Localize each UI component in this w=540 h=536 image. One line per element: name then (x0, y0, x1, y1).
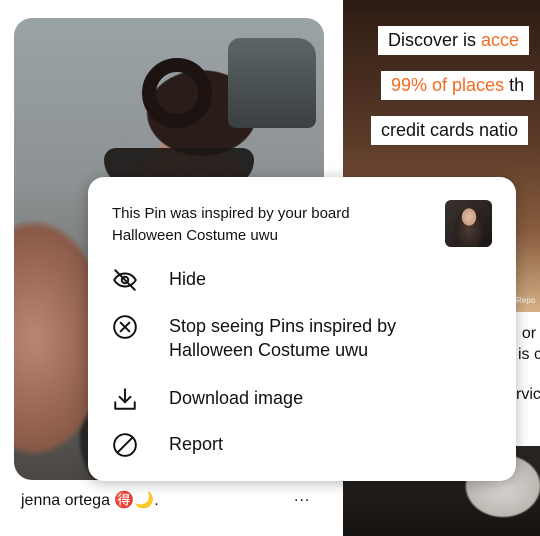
ad-caption-fragment-3: rvic (516, 386, 540, 403)
ad-report-tag[interactable]: Repo (516, 296, 535, 305)
menu-item-label: Report (169, 434, 224, 454)
menu-item-label: Hide (169, 269, 207, 289)
more-options-button[interactable]: ... (294, 488, 310, 506)
ad-caption-fragment-2: is c (518, 346, 540, 363)
circle-x-icon (112, 314, 146, 340)
menu-header-text: This Pin was inspired by your board Hall… (112, 205, 350, 244)
menu-item-label: Stop seeing Pins inspired by Halloween C… (169, 316, 397, 360)
download-icon (112, 386, 146, 412)
pin-options-menu: This Pin was inspired by your board Hall… (88, 177, 516, 481)
ad-text-line-2: 99% of places th (381, 71, 535, 100)
menu-item-hide[interactable]: Hide (112, 267, 449, 293)
background-car (228, 38, 316, 128)
eye-off-icon (112, 267, 146, 293)
hair-curl (142, 58, 212, 128)
menu-item-stop-seeing[interactable]: Stop seeing Pins inspired by Halloween C… (112, 314, 449, 362)
ad-text-line-3: credit cards natio (371, 116, 529, 145)
ad-text-line-1: Discover is acce (378, 26, 530, 55)
prohibited-icon (112, 432, 146, 458)
menu-item-label: Download image (169, 388, 304, 408)
board-thumbnail[interactable] (445, 200, 492, 247)
pin-title-left[interactable]: jenna ortega 🉐🌙. (21, 490, 159, 510)
menu-item-download[interactable]: Download image (112, 386, 449, 412)
menu-item-report[interactable]: Report (112, 432, 449, 458)
ad-caption-fragment-1: , or (513, 325, 537, 342)
